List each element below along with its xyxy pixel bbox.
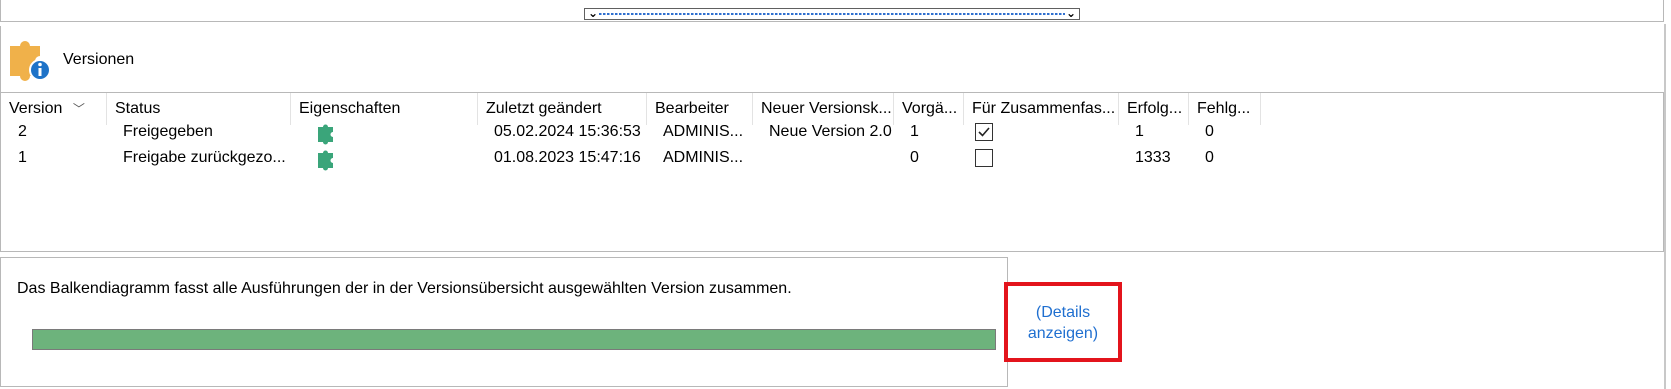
cell-failed: 0 bbox=[1205, 123, 1214, 140]
cell-success: 1333 bbox=[1135, 149, 1171, 166]
chevron-down-icon: ⌄ bbox=[1065, 6, 1076, 20]
cell-predecessor: 1 bbox=[910, 123, 919, 140]
cell-success: 1 bbox=[1135, 123, 1144, 140]
cell-changed: 05.02.2024 15:36:53 bbox=[494, 123, 641, 140]
puzzle-icon bbox=[318, 124, 333, 145]
chevron-down-icon: ⌄ bbox=[588, 6, 599, 20]
cell-status: Freigabe zurückgezo... bbox=[123, 149, 286, 166]
cell-version: 1 bbox=[18, 149, 27, 166]
table-row[interactable]: 1 Freigabe zurückgezo... 01.08.2023 15:4… bbox=[1, 145, 1663, 171]
summary-checkbox[interactable] bbox=[975, 149, 993, 167]
summary-checkbox[interactable] bbox=[975, 123, 993, 141]
cell-new-version: Neue Version 2.0 bbox=[769, 123, 892, 140]
chart-description: Das Balkendiagramm fasst alle Ausführung… bbox=[17, 280, 792, 297]
summary-bar bbox=[32, 329, 996, 350]
scrollbar-edge bbox=[1664, 24, 1666, 389]
cell-predecessor: 0 bbox=[910, 149, 919, 166]
summary-bar-success-fill bbox=[33, 330, 995, 349]
highlight-box bbox=[1004, 282, 1122, 362]
table-row[interactable]: 2 Freigegeben 05.02.2024 15:36:53 ADMINI… bbox=[1, 119, 1663, 145]
splitter-handle[interactable]: ⌄ ⌄ bbox=[584, 6, 1080, 20]
checkmark-icon bbox=[978, 127, 990, 137]
cell-failed: 0 bbox=[1205, 149, 1214, 166]
versions-table[interactable]: Version ﹀ Status Eigenschaften Zuletzt g… bbox=[0, 92, 1664, 252]
versions-puzzle-info-icon bbox=[10, 41, 51, 81]
versions-title: Versionen bbox=[63, 51, 135, 68]
cell-version: 2 bbox=[18, 123, 27, 140]
sort-chevron-icon: ﹀ bbox=[72, 102, 85, 116]
cell-changed: 01.08.2023 15:47:16 bbox=[494, 149, 641, 166]
cell-editor: ADMINIS... bbox=[663, 123, 744, 140]
versions-header bbox=[0, 26, 1664, 92]
bar-chart-panel bbox=[0, 257, 1008, 387]
cell-editor: ADMINIS... bbox=[663, 149, 744, 166]
puzzle-icon bbox=[318, 150, 333, 171]
cell-status: Freigegeben bbox=[123, 123, 213, 140]
splitter-grip bbox=[599, 13, 1065, 15]
